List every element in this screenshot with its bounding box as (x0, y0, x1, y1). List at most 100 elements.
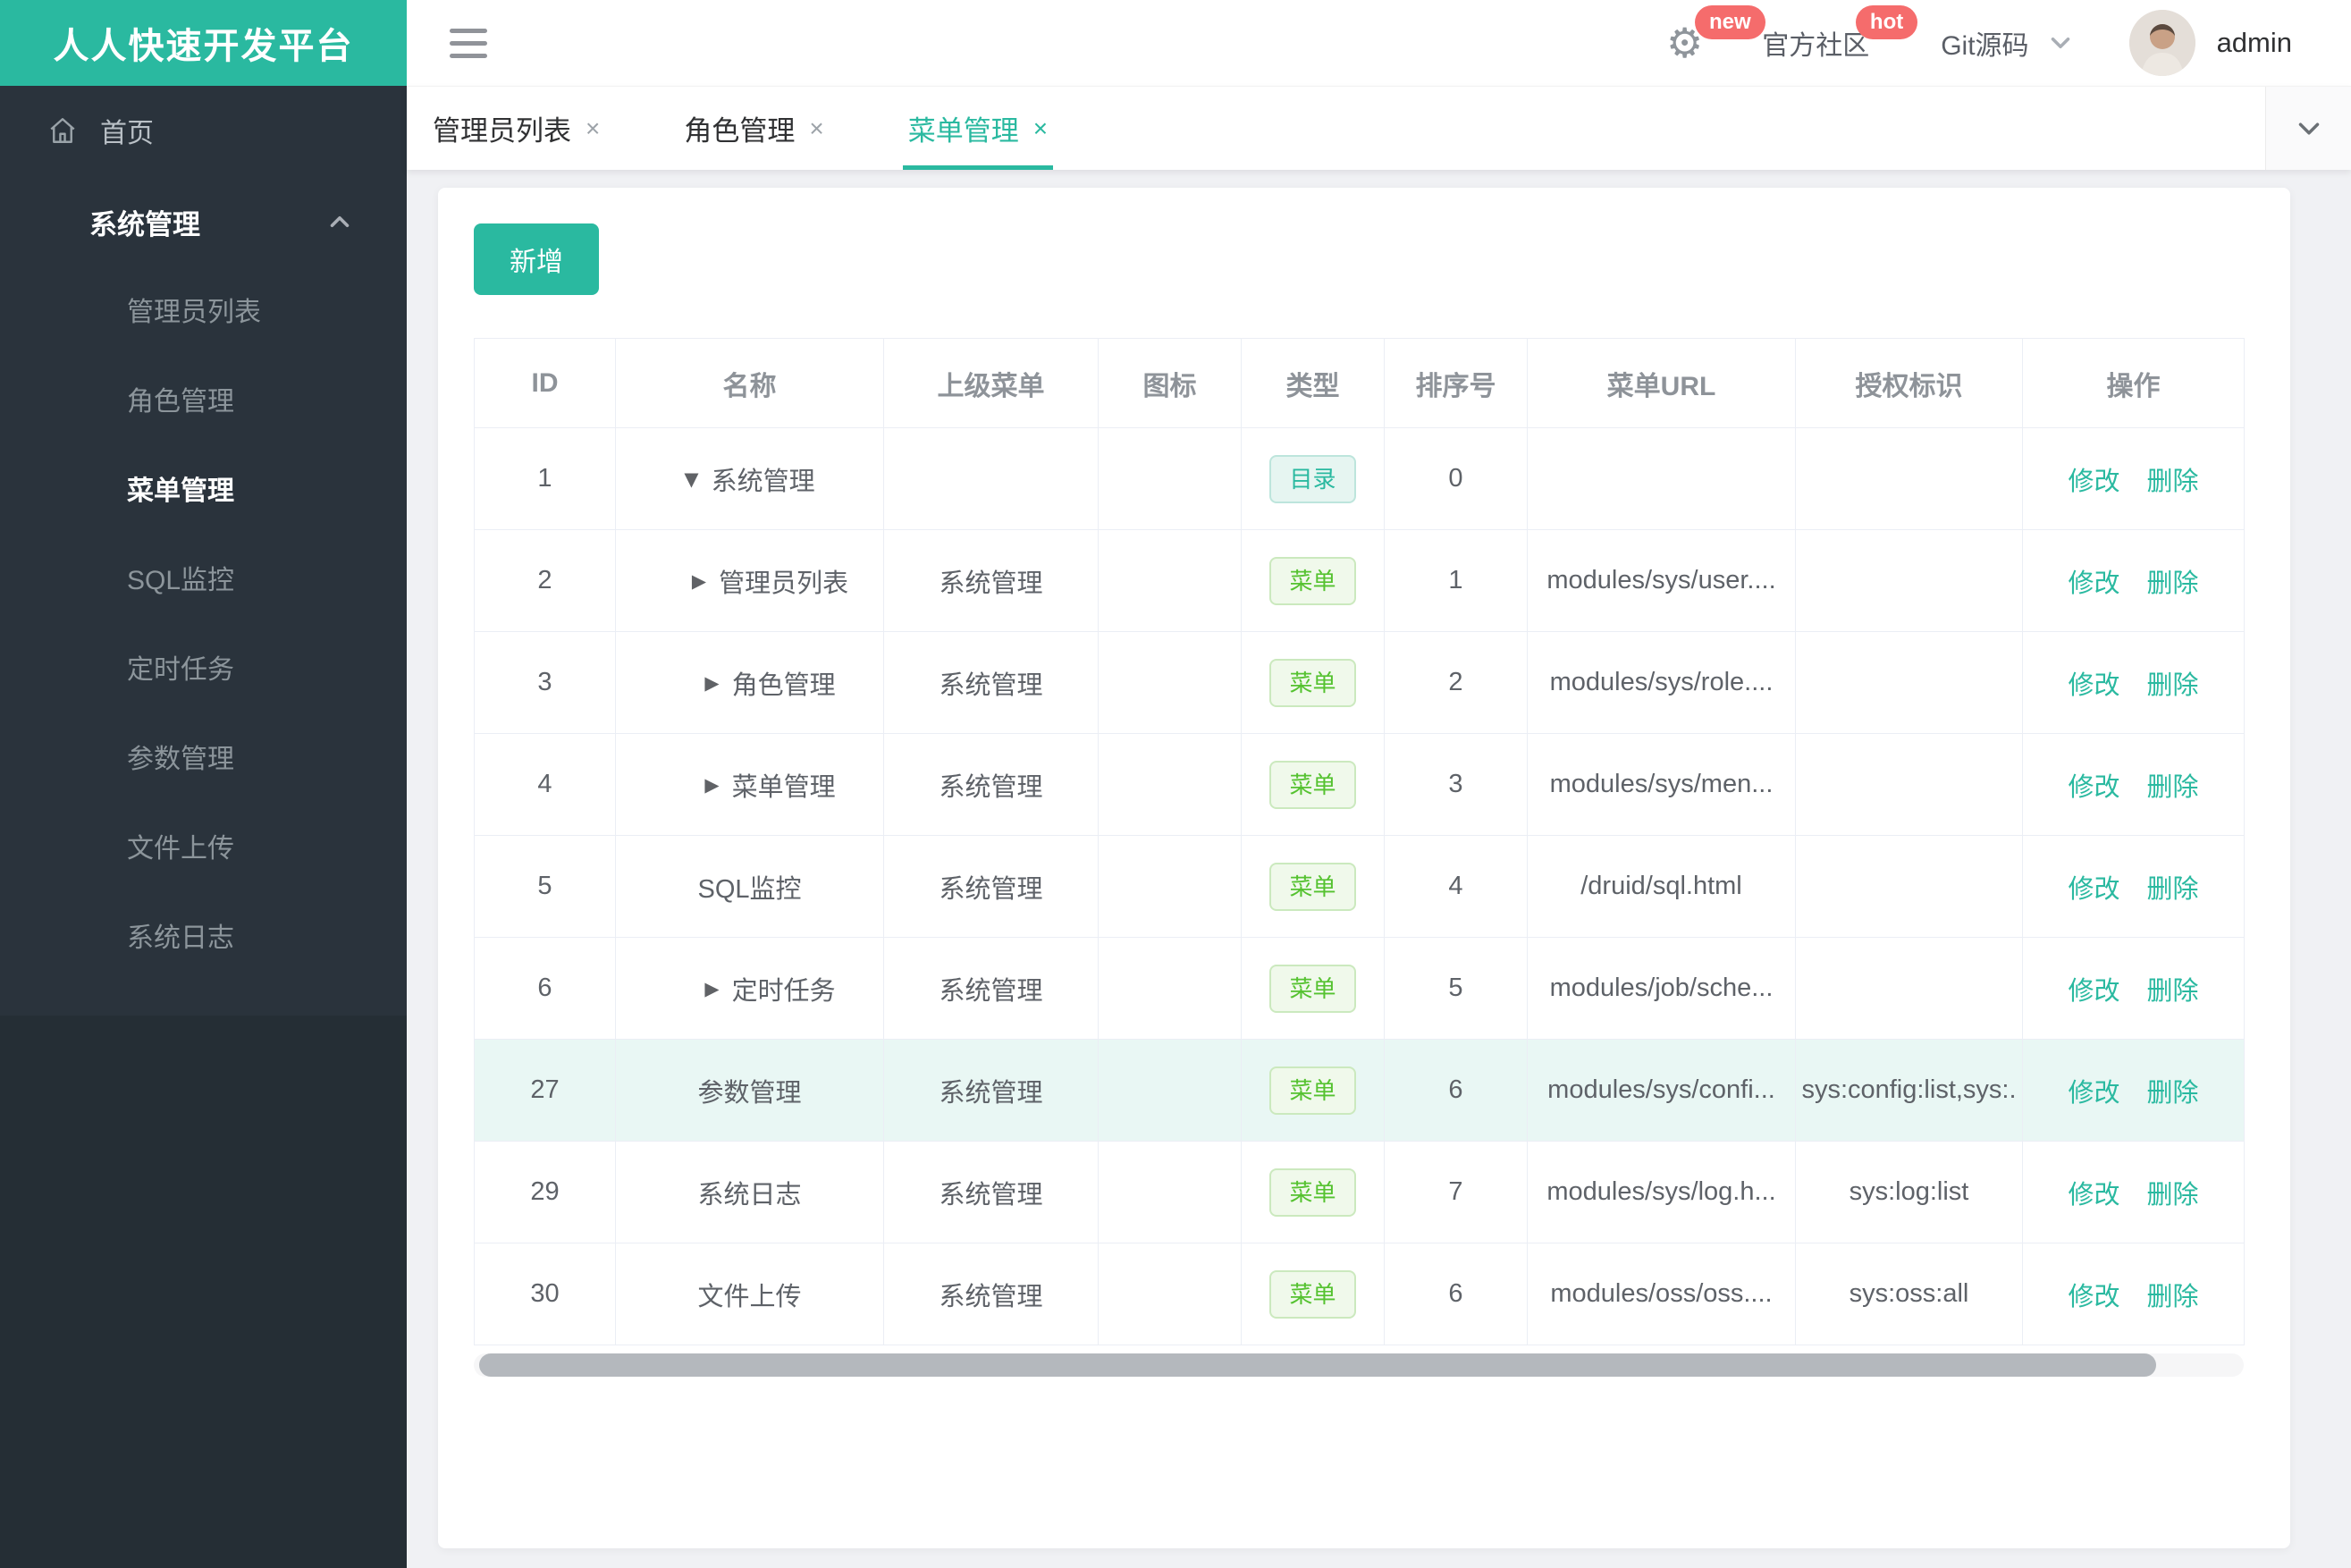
sidebar-item-file-upload[interactable]: 文件上传 (0, 805, 407, 894)
cell-url: modules/job/sche... (1527, 937, 1796, 1040)
cell-name: 参数管理 (615, 1039, 884, 1142)
edit-link[interactable]: 修改 (2068, 977, 2119, 1006)
sidebar-item-system-log[interactable]: 系统日志 (0, 894, 407, 983)
sidebar-item-param-mgmt[interactable]: 参数管理 (0, 715, 407, 805)
horizontal-scrollbar[interactable] (474, 1353, 2244, 1377)
col-header-id: ID (474, 338, 616, 428)
table-row[interactable]: 4 ▶ 菜单管理 系统管理 菜单 3 modules/sys/men... 修改 删除 (474, 733, 2245, 836)
caret-right-icon[interactable]: ▶ (704, 774, 719, 796)
type-badge: 菜单 (1269, 1168, 1356, 1217)
edit-link[interactable]: 修改 (2068, 1181, 2119, 1210)
top-header: ⚙ new 官方社区 hot Git源码 admin (407, 0, 2351, 86)
delete-link[interactable]: 删除 (2147, 671, 2199, 700)
table-row[interactable]: 1 ▼ 系统管理 目录 0 修改 删除 (474, 427, 2245, 530)
delete-link[interactable]: 删除 (2147, 468, 2199, 496)
sidebar-item-sql-monitor[interactable]: SQL监控 (0, 536, 407, 626)
table-row[interactable]: 5 SQL监控 系统管理 菜单 4/druid/sql.html 修改 删除 (474, 835, 2245, 938)
cell-icon (1098, 529, 1242, 632)
tab-role-mgmt[interactable]: 角色管理 × (678, 87, 829, 170)
menu-name: 菜单管理 (731, 772, 836, 802)
col-header-name: 名称 (615, 338, 884, 428)
caret-right-icon[interactable]: ▶ (704, 672, 719, 694)
delete-link[interactable]: 删除 (2147, 1181, 2199, 1210)
sidebar-item-admin-list[interactable]: 管理员列表 (0, 268, 407, 358)
cell-parent: 系统管理 (883, 835, 1099, 938)
sidebar-item-role-mgmt[interactable]: 角色管理 (0, 358, 407, 447)
cell-actions: 修改 删除 (2022, 1039, 2245, 1142)
cell-perms (1795, 631, 2023, 734)
cell-parent: 系统管理 (883, 937, 1099, 1040)
table-row[interactable]: 3 ▶ 角色管理 系统管理 菜单 2 modules/sys/role.... 修改 删除 (474, 631, 2245, 734)
add-button[interactable]: 新增 (474, 223, 599, 295)
delete-link[interactable]: 删除 (2147, 569, 2199, 598)
edit-link[interactable]: 修改 (2068, 569, 2119, 598)
edit-link[interactable]: 修改 (2068, 1079, 2119, 1108)
git-source-label: Git源码 (1941, 31, 2029, 61)
community-link[interactable]: 官方社区 hot (1762, 0, 1918, 86)
col-header-icon: 图标 (1098, 338, 1242, 428)
cell-order: 4 (1384, 835, 1528, 938)
close-icon[interactable]: × (586, 115, 600, 141)
cell-parent: 系统管理 (883, 733, 1099, 836)
user-menu[interactable]: admin (2128, 0, 2292, 86)
sidebar-item-scheduled-tasks[interactable]: 定时任务 (0, 626, 407, 715)
cell-actions: 修改 删除 (2022, 427, 2245, 530)
sidebar-menu: 首页 系统管理 管理员列表 角色管理 菜单管理 SQL监控 定时任务 参数管理 … (0, 86, 407, 1016)
caret-right-icon[interactable]: ▶ (704, 978, 719, 999)
close-icon[interactable]: × (1033, 115, 1048, 141)
edit-link[interactable]: 修改 (2068, 875, 2119, 904)
new-badge: new (1694, 5, 1765, 39)
type-badge: 目录 (1269, 454, 1356, 503)
col-header-url: 菜单URL (1527, 338, 1796, 428)
cell-perms: sys:oss:all (1795, 1243, 2023, 1345)
caret-right-icon[interactable]: ▶ (692, 570, 706, 592)
tab-admin-list[interactable]: 管理员列表 × (427, 87, 605, 170)
type-badge: 菜单 (1269, 760, 1356, 809)
table-row[interactable]: 2 ▶ 管理员列表 系统管理 菜单 1 modules/sys/user.... 修改 删除 (474, 529, 2245, 632)
edit-link[interactable]: 修改 (2068, 468, 2119, 496)
cell-order: 7 (1384, 1141, 1528, 1243)
table-row[interactable]: 6 ▶ 定时任务 系统管理 菜单 5 modules/job/sche... 修改 删除 (474, 937, 2245, 1040)
cell-perms (1795, 427, 2023, 530)
cell-url: modules/sys/confi... (1527, 1039, 1796, 1142)
settings-menu[interactable]: ⚙ new (1666, 0, 1765, 86)
tab-menu-mgmt[interactable]: 菜单管理 × (902, 87, 1054, 170)
edit-link[interactable]: 修改 (2068, 671, 2119, 700)
git-source-link[interactable]: Git源码 (1941, 0, 2075, 86)
caret-down-icon[interactable]: ▼ (684, 468, 698, 490)
chevron-up-icon (330, 215, 350, 228)
edit-link[interactable]: 修改 (2068, 773, 2119, 802)
cell-id: 30 (474, 1243, 616, 1345)
community-label: 官方社区 (1762, 31, 1870, 61)
tab-list-dropdown-button[interactable] (2265, 87, 2351, 170)
cell-order: 1 (1384, 529, 1528, 632)
delete-link[interactable]: 删除 (2147, 1079, 2199, 1108)
open-tabs: 管理员列表 × 角色管理 × 菜单管理 × (407, 87, 1126, 170)
cell-id: 27 (474, 1039, 616, 1142)
sidebar-item-home[interactable]: 首页 (0, 86, 407, 175)
table-row[interactable]: 29 系统日志 系统管理 菜单 7 modules/sys/log.h... sys:log… (474, 1141, 2245, 1243)
menu-name: 角色管理 (731, 670, 836, 700)
cell-type: 菜单 (1241, 835, 1385, 938)
sidebar-item-menu-mgmt[interactable]: 菜单管理 (0, 447, 407, 536)
table-row[interactable]: 27 参数管理 系统管理 菜单 6 modules/sys/confi... sys:con… (474, 1039, 2245, 1142)
cell-actions: 修改 删除 (2022, 1141, 2245, 1243)
sidebar-group-system[interactable]: 系统管理 (0, 175, 407, 268)
delete-link[interactable]: 删除 (2147, 1283, 2199, 1311)
delete-link[interactable]: 删除 (2147, 875, 2199, 904)
close-icon[interactable]: × (809, 115, 823, 141)
delete-link[interactable]: 删除 (2147, 773, 2199, 802)
cell-id: 2 (474, 529, 616, 632)
edit-link[interactable]: 修改 (2068, 1283, 2119, 1311)
delete-link[interactable]: 删除 (2147, 977, 2199, 1006)
cell-id: 5 (474, 835, 616, 938)
menu-toggle-button[interactable] (444, 23, 493, 63)
app-window: 人人快速开发平台 首页 系统管理 管理员列表 角色管理 菜单管理 SQL监控 定… (0, 0, 2351, 1568)
table-header-row: ID 名称 上级菜单 图标 类型 排序号 菜单URL 授权标识 操作 (474, 338, 2245, 428)
cell-url: modules/sys/men... (1527, 733, 1796, 836)
menu-name: 管理员列表 (719, 569, 849, 598)
table-row[interactable]: 30 文件上传 系统管理 菜单 6 modules/oss/oss.... sys:oss:… (474, 1243, 2245, 1345)
cell-icon (1098, 1243, 1242, 1345)
cell-actions: 修改 删除 (2022, 937, 2245, 1040)
scrollbar-thumb[interactable] (479, 1353, 2156, 1377)
